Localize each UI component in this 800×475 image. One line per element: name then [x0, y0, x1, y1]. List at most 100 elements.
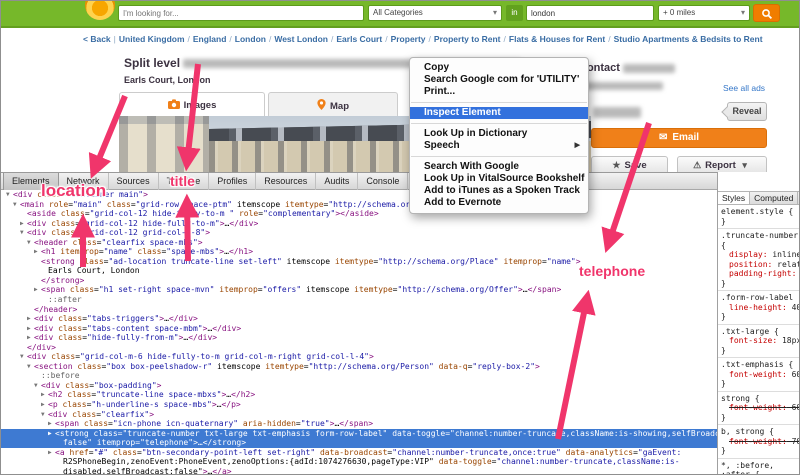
breadcrumb-item[interactable]: Property [391, 34, 426, 44]
menu-item-search-with-google[interactable]: Search With Google [410, 161, 588, 173]
style-rule-selector[interactable]: .form-row-label { [721, 293, 798, 303]
breadcrumb-item[interactable]: England [193, 34, 227, 44]
breadcrumb-item[interactable]: Earls Court [336, 34, 382, 44]
category-select[interactable]: All Categories ▾ [368, 5, 502, 21]
style-rule-selector[interactable]: element.style { [721, 207, 798, 217]
search-input[interactable] [118, 5, 364, 21]
code-line[interactable]: ▶<div class="tabs-triggers">…</div> [1, 314, 717, 324]
tab-styles[interactable]: Styles [718, 192, 750, 204]
code-line[interactable]: ::before [1, 371, 717, 381]
style-rule-selector[interactable]: .txt-emphasis { [721, 360, 798, 370]
expander-icon[interactable]: ▶ [41, 390, 48, 400]
code-line[interactable]: ▶<h2 class="truncate-line space-mbxs">…<… [1, 390, 717, 400]
breadcrumb-item[interactable]: London [235, 34, 266, 44]
breadcrumb-item[interactable]: United Kingdom [119, 34, 185, 44]
expander-icon[interactable]: ▼ [6, 190, 13, 200]
code-line[interactable]: ▶<a href="#" class="btn-secondary-point-… [1, 448, 717, 458]
breadcrumb-item[interactable]: Studio Apartments & Bedsits to Rent [614, 34, 763, 44]
style-property[interactable]: display: inline-b [721, 250, 798, 260]
devtools-tab-sources[interactable]: Sources [109, 173, 159, 190]
code-line[interactable]: ▼<div class="grid-col-m-6 hide-fully-to-… [1, 352, 717, 362]
expander-icon[interactable]: ▶ [27, 324, 34, 334]
devtools-tab-timeline[interactable]: Timeline [159, 173, 210, 190]
expander-icon[interactable]: ▶ [34, 247, 41, 257]
code-line[interactable]: Earls Court, London [1, 266, 717, 276]
code-line[interactable]: ▼<main role="main" class="grid-row space… [1, 200, 717, 210]
expander-icon[interactable]: ▶ [48, 419, 55, 429]
back-link[interactable]: < Back [83, 34, 111, 44]
code-line[interactable]: <aside class="grid-col-12 hide-fully-to-… [1, 209, 717, 219]
devtools-tab-resources[interactable]: Resources [256, 173, 316, 190]
expander-icon[interactable]: ▶ [27, 333, 34, 343]
search-button[interactable] [753, 4, 780, 22]
code-line[interactable]: ▶<div class="grid-col-12 hide-fully-to-m… [1, 219, 717, 229]
breadcrumb-item[interactable]: Flats & Houses for Rent [509, 34, 605, 44]
expander-icon[interactable]: ▶ [34, 285, 41, 295]
menu-item-copy[interactable]: Copy [410, 62, 588, 74]
reveal-button[interactable]: Reveal [727, 102, 767, 121]
menu-item-look-up-in-dictionary[interactable]: Look Up in Dictionary [410, 128, 588, 140]
code-line[interactable]: ▶<strong class="truncate-number txt-larg… [1, 429, 717, 439]
expander-icon[interactable]: ▶ [41, 400, 48, 410]
tab-computed[interactable]: Computed [750, 192, 798, 204]
menu-item-add-to-itunes-as-a-spoken-track[interactable]: Add to iTunes as a Spoken Track [410, 185, 588, 197]
code-line[interactable]: </header> [1, 305, 717, 315]
location-input[interactable] [526, 5, 654, 21]
code-line[interactable]: ▶<span class="h1 set-right space-mvn" it… [1, 285, 717, 295]
code-line[interactable]: ▶<span class="icn-phone icn-quaternary" … [1, 419, 717, 429]
expander-icon[interactable]: ▼ [20, 228, 27, 238]
devtools-tab-elements[interactable]: Elements [3, 173, 59, 190]
menu-item-inspect-element[interactable]: Inspect Element [410, 107, 588, 119]
code-line[interactable]: ▼<div class="grid-col-12 grid-col-l-8"> [1, 228, 717, 238]
expander-icon[interactable]: ▼ [41, 410, 48, 420]
email-button[interactable]: ✉Email [591, 128, 767, 148]
code-line[interactable]: false" itemprop="telephone">…</strong> [1, 438, 717, 448]
expander-icon[interactable]: ▼ [27, 362, 34, 372]
devtools-tab-network[interactable]: Network [59, 173, 109, 190]
code-line[interactable]: </div> [1, 343, 717, 353]
breadcrumb-item[interactable]: West London [274, 34, 328, 44]
expander-icon[interactable]: ▶ [48, 429, 55, 439]
tab-images[interactable]: Images [119, 92, 265, 116]
code-line[interactable]: </strong> [1, 276, 717, 286]
tab-map[interactable]: Map [268, 92, 398, 116]
style-rule-selector[interactable]: b, strong { [721, 427, 798, 437]
code-line[interactable]: ▼<div class="box-padding"> [1, 381, 717, 391]
code-line[interactable]: ▼<header class="clearfix space-mbs"> [1, 238, 717, 248]
menu-item-search-google-com-for-utility[interactable]: Search Google com for 'UTILITY' [410, 74, 588, 86]
menu-item-speech[interactable]: Speech▶ [410, 140, 588, 152]
code-line[interactable]: ▶<div class="tabs-content space-mbm">…</… [1, 324, 717, 334]
breadcrumb-item[interactable]: Property to Rent [434, 34, 501, 44]
menu-item-print[interactable]: Print... [410, 86, 588, 98]
expander-icon[interactable]: ▼ [20, 352, 27, 362]
style-rule-selector[interactable]: .txt-large { [721, 327, 798, 337]
distance-select[interactable]: + 0 miles ▾ [658, 5, 750, 21]
code-line[interactable]: ▼<div class="container main"> [1, 190, 717, 200]
style-property[interactable]: font-weight: 600 [721, 370, 798, 380]
code-line[interactable]: ▼<div class="clearfix"> [1, 410, 717, 420]
code-line[interactable]: ▶<h1 itemprop="name" class="space-mbs">…… [1, 247, 717, 257]
code-line[interactable]: ▶<p class="h-underline-s space-mbs">…</p… [1, 400, 717, 410]
style-property[interactable]: font-weight: 600 [721, 403, 798, 413]
style-rule-selector[interactable]: .truncate-number [721, 231, 798, 241]
style-property[interactable]: padding-right: [721, 269, 798, 279]
expander-icon[interactable]: ▶ [27, 314, 34, 324]
expander-icon[interactable]: ▶ [20, 219, 27, 229]
devtools-tab-console[interactable]: Console [358, 173, 408, 190]
code-line[interactable]: <strong class="ad-location truncate-line… [1, 257, 717, 267]
style-rule-selector[interactable]: :after { [721, 470, 798, 475]
code-line[interactable]: R2SPhoneBegin,zenoEvent:PhoneEvent,zenoO… [1, 457, 717, 467]
style-rule-selector[interactable]: *, :before, [721, 461, 798, 471]
see-all-ads-link[interactable]: See all ads [723, 83, 765, 93]
code-line[interactable]: disabled,selfBroadcast:false">…</a> [1, 467, 717, 475]
expander-icon[interactable]: ▼ [34, 381, 41, 391]
code-line[interactable]: ::after [1, 295, 717, 305]
style-property[interactable]: position: relative [721, 260, 798, 270]
style-property[interactable]: font-size: 18px [721, 336, 798, 346]
style-property[interactable]: font-weight: 700 [721, 437, 798, 447]
style-rule-selector[interactable]: { [721, 241, 798, 251]
style-rule-selector[interactable]: strong { [721, 394, 798, 404]
code-line[interactable]: ▶<div class="hide-fully-from-m">…</div> [1, 333, 717, 343]
code-line[interactable]: ▼<section class="box box-peelshadow-r" i… [1, 362, 717, 372]
expander-icon[interactable]: ▼ [13, 200, 20, 210]
